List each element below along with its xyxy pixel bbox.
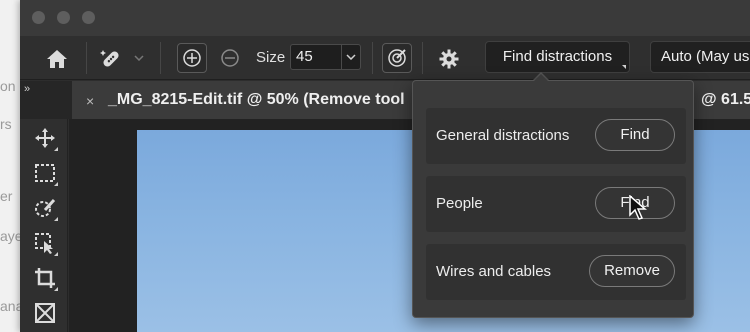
ghost-text: er [0,188,13,204]
marquee-icon[interactable] [30,158,60,188]
document-tab-title: _MG_8215-Edit.tif @ 50% (Remove tool [108,91,405,108]
close-tab-icon[interactable]: × [86,93,94,109]
zoom-window-button[interactable] [82,11,95,24]
find-general-distractions-button[interactable]: Find [595,119,675,151]
collapse-panel-icon[interactable]: » [24,83,30,95]
settings-gear-icon[interactable] [434,44,464,74]
mouse-cursor-icon [629,195,647,220]
remove-wires-button[interactable]: Remove [589,255,675,287]
find-distractions-button[interactable]: Find distractions [485,41,630,73]
size-dropdown-button[interactable] [341,44,361,70]
minimize-window-button[interactable] [57,11,70,24]
document-tab-other-title: @ 61.5 [701,91,750,108]
frame-icon[interactable] [30,298,60,328]
plus-circle-icon [183,49,201,67]
photoshop-window: Size 45 Find distractions Auto (May us »… [20,0,750,332]
remove-tool-icon[interactable] [96,44,126,74]
target-brush-icon [388,49,406,67]
size-input[interactable]: 45 [290,44,342,70]
minus-circle-icon [221,49,239,67]
home-icon[interactable] [42,44,72,74]
subtract-mode-button[interactable] [217,45,243,71]
add-mode-button[interactable] [177,43,207,73]
close-window-button[interactable] [32,11,45,24]
title-bar [20,0,750,36]
object-selection-icon[interactable] [30,228,60,258]
quick-selection-icon[interactable] [30,193,60,223]
crop-icon[interactable] [30,263,60,293]
find-distractions-label: Find distractions [502,48,613,65]
chevron-down-icon[interactable] [132,50,146,66]
move-icon[interactable] [30,123,60,153]
mode-dropdown[interactable]: Auto (May us [650,41,750,73]
size-label: Size [256,49,286,66]
ghost-text: on [0,78,16,94]
row-label: People [436,195,483,212]
row-label: General distractions [436,127,570,144]
chevron-down-icon [346,54,356,60]
ghost-text: rs [0,116,12,132]
sample-all-layers-button[interactable] [382,43,412,73]
row-label: Wires and cables [436,263,552,280]
dropdown-corner-icon [622,65,626,69]
